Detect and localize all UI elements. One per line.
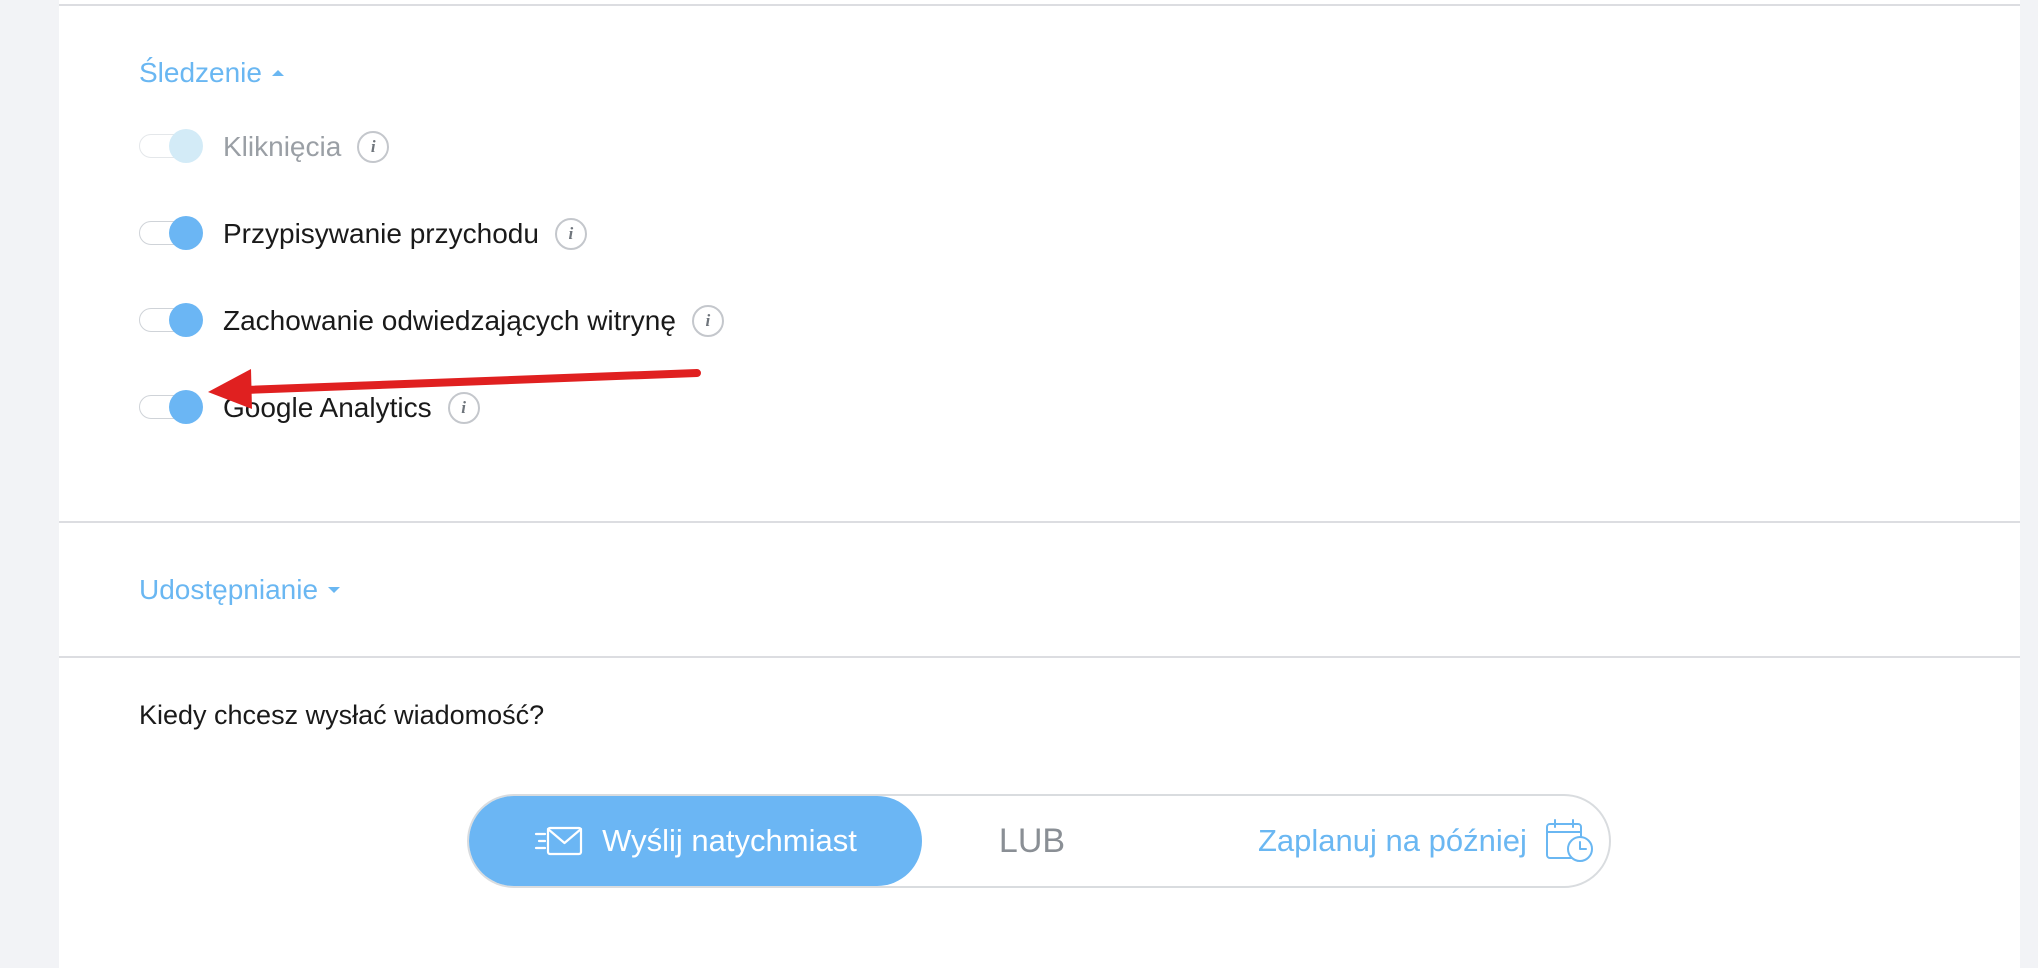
tracking-section-title: Śledzenie (139, 57, 262, 88)
send-time-question: Kiedy chcesz wysłać wiadomość? (139, 700, 545, 730)
divider (59, 521, 2020, 523)
revenue-attribution-label: Przypisywanie przychodu (223, 218, 539, 249)
info-icon[interactable]: i (691, 305, 724, 337)
send-now-label: Wyślij natychmiast (602, 823, 857, 858)
caret-down-icon (328, 587, 341, 593)
info-icon[interactable]: i (447, 392, 480, 424)
tracking-option-google-analytics: Google Analytics i (139, 388, 480, 428)
divider (59, 656, 2020, 658)
clicks-label: Kliknięcia (223, 131, 342, 162)
settings-panel: Śledzenie Kliknięcia i Przypisywanie prz… (59, 0, 2020, 968)
schedule-later-label: Zaplanuj na później (1258, 823, 1527, 858)
info-icon[interactable]: i (357, 131, 390, 163)
calendar-clock-icon (1545, 819, 1593, 862)
divider (59, 4, 2020, 6)
tracking-section-toggle[interactable]: Śledzenie (139, 57, 284, 89)
visitor-behavior-label: Zachowanie odwiedzających witrynę (223, 305, 676, 336)
sharing-section-title: Udostępnianie (139, 574, 319, 605)
google-analytics-toggle[interactable] (139, 390, 203, 426)
mail-send-icon (535, 826, 583, 856)
schedule-later-button[interactable]: Zaplanuj na później (1258, 796, 1595, 886)
info-icon[interactable]: i (554, 218, 587, 250)
caret-up-icon (271, 70, 284, 76)
tracking-option-revenue: Przypisywanie przychodu i (139, 214, 587, 254)
tracking-option-visitor-behavior: Zachowanie odwiedzających witrynę i (139, 301, 724, 341)
google-analytics-label: Google Analytics (223, 392, 432, 423)
clicks-toggle[interactable] (139, 129, 203, 165)
tracking-option-clicks: Kliknięcia i (139, 127, 390, 167)
send-options-group: Wyślij natychmiast LUB Zaplanuj na późni… (467, 794, 1611, 888)
revenue-attribution-toggle[interactable] (139, 216, 203, 252)
sharing-section-toggle[interactable]: Udostępnianie (139, 574, 341, 606)
visitor-behavior-toggle[interactable] (139, 303, 203, 339)
send-now-button[interactable]: Wyślij natychmiast (469, 796, 922, 886)
or-separator: LUB (998, 822, 1066, 860)
